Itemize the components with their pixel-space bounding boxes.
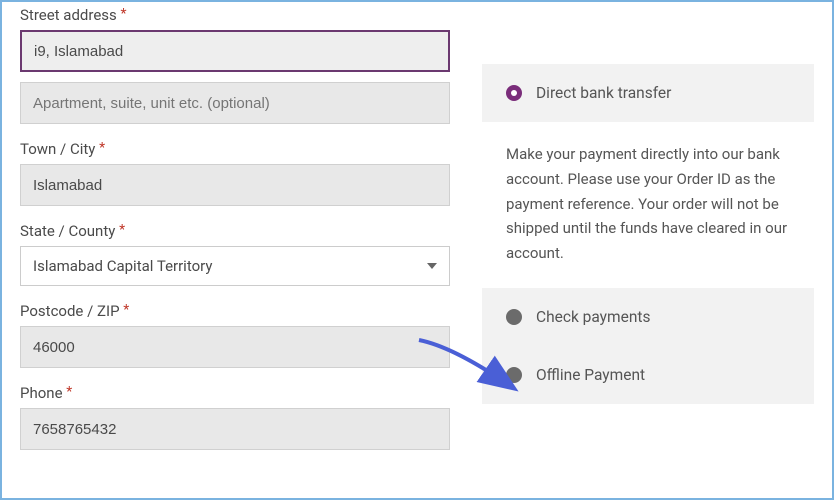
label-text: Town / City [20,140,95,158]
required-asterisk: * [123,302,129,318]
state-label: State / County * [20,222,450,240]
payment-option-bank-transfer[interactable]: Direct bank transfer [482,64,814,122]
city-label: Town / City * [20,140,450,158]
phone-group: Phone * [20,384,450,450]
chevron-down-icon [427,263,437,269]
payment-option-label: Direct bank transfer [536,84,671,102]
radio-selected-icon [506,85,522,101]
city-input[interactable] [20,164,450,206]
payment-methods-box: Direct bank transfer Make your payment d… [482,64,814,404]
radio-unselected-icon [506,309,522,325]
payment-option-check[interactable]: Check payments [482,288,814,346]
phone-input[interactable] [20,408,450,450]
street-address-input[interactable] [20,30,450,72]
required-asterisk: * [66,384,72,400]
street-address-group: Street address * [20,6,450,124]
postcode-label: Postcode / ZIP * [20,302,450,320]
required-asterisk: * [119,222,125,238]
street-address-label: Street address * [20,6,450,24]
city-group: Town / City * [20,140,450,206]
label-text: Postcode / ZIP [20,302,120,320]
postcode-input[interactable] [20,326,450,368]
checkout-frame: Street address * Town / City * State / C… [0,0,834,500]
phone-label: Phone * [20,384,450,402]
payment-option-label: Offline Payment [536,366,645,384]
postcode-group: Postcode / ZIP * [20,302,450,368]
payment-bank-description: Make your payment directly into our bank… [482,122,814,288]
label-text: Phone [20,384,63,402]
radio-unselected-icon [506,367,522,383]
required-asterisk: * [121,6,127,22]
payment-option-label: Check payments [536,308,650,326]
billing-form-column: Street address * Town / City * State / C… [20,6,450,480]
label-text: State / County [20,222,115,240]
state-selected-value: Islamabad Capital Territory [33,257,212,275]
label-text: Street address [20,6,117,24]
state-select[interactable]: Islamabad Capital Territory [20,246,450,286]
state-group: State / County * Islamabad Capital Terri… [20,222,450,286]
address-line2-input[interactable] [20,82,450,124]
payment-column: Direct bank transfer Make your payment d… [482,6,814,480]
required-asterisk: * [99,140,105,156]
payment-option-offline[interactable]: Offline Payment [482,346,814,404]
